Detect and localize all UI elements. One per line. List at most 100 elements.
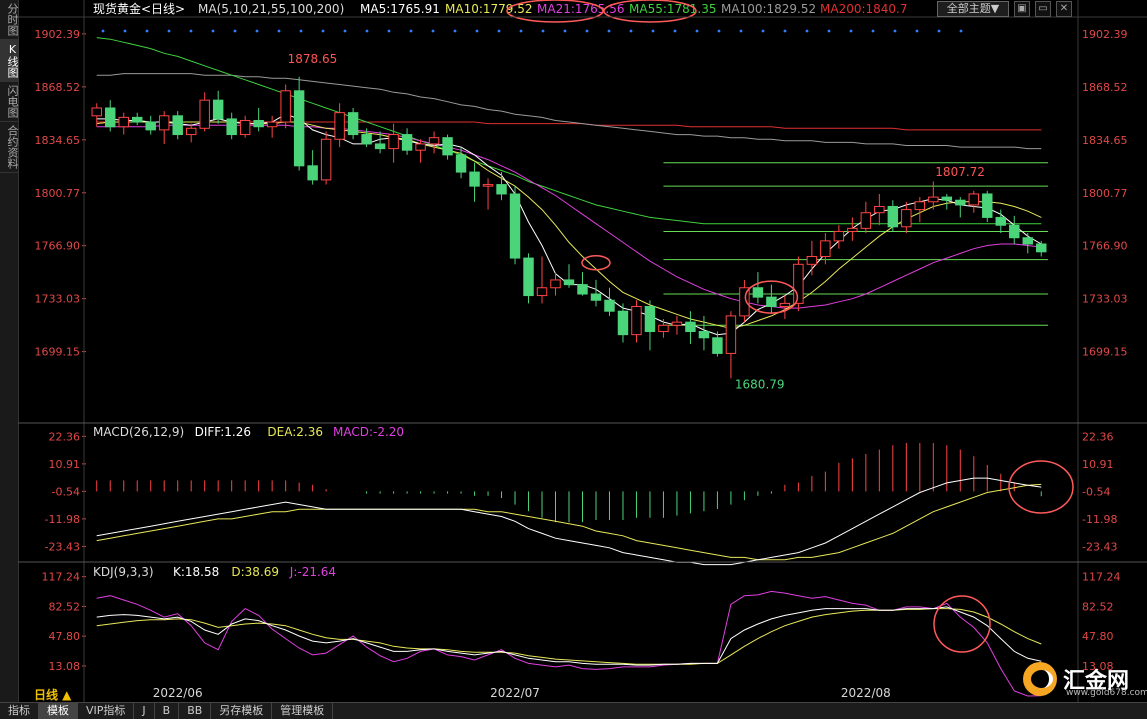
- y-tick-label-right: 1733.03: [1082, 293, 1128, 306]
- x-tick-label: 2022/06: [153, 686, 203, 700]
- sidebar-item-kline[interactable]: K线图: [0, 40, 19, 82]
- legend-entry: MA55:1781.35: [629, 2, 717, 16]
- tab-bb[interactable]: BB: [179, 703, 212, 719]
- candle-body: [874, 205, 885, 214]
- candle-body: [739, 287, 750, 317]
- y-tick-label-left: 1868.52: [35, 81, 81, 94]
- marker-dot: [937, 29, 941, 33]
- theme-dropdown[interactable]: 全部主题▼: [937, 1, 1009, 17]
- sidebar-item-flash[interactable]: 闪电图: [0, 82, 19, 122]
- marker-dot: [563, 29, 567, 33]
- legend-entry: K:18.58: [173, 565, 219, 579]
- logo-icon: [1023, 662, 1057, 696]
- candle-body: [320, 138, 332, 181]
- candle-body: [685, 321, 696, 333]
- marker-dot: [299, 29, 303, 33]
- candle-body: [185, 127, 197, 136]
- y-tick-label-right: 82.52: [1082, 600, 1114, 613]
- period-selector[interactable]: 日线 ▲: [34, 686, 71, 703]
- highlight-circle: [933, 595, 991, 653]
- logo-url: www.gold678.com: [1066, 688, 1147, 698]
- candle-body: [779, 302, 791, 308]
- candle-body: [901, 209, 912, 228]
- maximize-icon[interactable]: ▭: [1035, 1, 1051, 17]
- candle-body: [766, 296, 777, 308]
- marker-dot: [585, 29, 589, 33]
- ma55-line: [96, 37, 1042, 225]
- tab-templates[interactable]: 模板: [39, 703, 78, 719]
- tab-b[interactable]: B: [155, 703, 180, 719]
- y-tick-label-right: 1800.77: [1082, 187, 1128, 200]
- marker-dot: [871, 29, 875, 33]
- j-line: [96, 590, 1042, 697]
- candle-body: [536, 287, 548, 297]
- kdj-panel: 117.24 117.2482.52 82.5247.80 47.8013.08 13.…: [42, 565, 1121, 697]
- candle-body: [374, 143, 386, 150]
- ma100-line: [96, 73, 1042, 150]
- candle-body: [968, 193, 980, 206]
- manage-template-button[interactable]: 管理模板: [272, 703, 334, 719]
- marker-dot: [321, 29, 325, 33]
- chart-canvas[interactable]: 1902.39 1902.39 1868.52 1868.52 1834.65 1834.…: [18, 0, 1147, 702]
- y-tick-label-right: 1766.90: [1082, 240, 1128, 253]
- marker-dot: [541, 29, 545, 33]
- candle-body: [982, 193, 993, 218]
- marker-dot: [233, 29, 237, 33]
- tab-vip-indicators[interactable]: VIP指标: [78, 703, 135, 719]
- y-tick-label-left: -23.43: [45, 540, 80, 553]
- marker-dot: [651, 29, 655, 33]
- marker-dot: [695, 29, 699, 33]
- tab-indicators[interactable]: 指标: [0, 703, 39, 719]
- candle-body: [793, 263, 804, 304]
- legend-entry: MA(5,10,21,55,100,200): [198, 2, 344, 16]
- save-template-button[interactable]: 另存模板: [211, 703, 273, 719]
- marker-dot: [519, 29, 523, 33]
- marker-dot: [365, 29, 369, 33]
- candle-body: [752, 287, 764, 298]
- y-tick-label-left: 82.52: [49, 600, 81, 613]
- candle-body: [105, 107, 116, 128]
- candle-body: [239, 119, 251, 136]
- ma10-line: [96, 121, 1042, 329]
- marker-dot: [607, 29, 611, 33]
- marker-dot: [629, 29, 633, 33]
- candle-body: [658, 324, 669, 333]
- candle-body: [1036, 243, 1047, 253]
- highlight-circle: [581, 254, 611, 271]
- y-tick-label-right: 1868.52: [1082, 81, 1128, 94]
- candle-body: [590, 293, 602, 301]
- marker-dot: [497, 29, 501, 33]
- candle-body: [334, 112, 345, 140]
- legend-entry: KDJ(9,3,3): [93, 565, 154, 579]
- y-tick-label-left: 1733.03: [35, 293, 81, 306]
- candle-body: [671, 321, 683, 326]
- candle-body: [550, 279, 561, 289]
- ma5-line: [96, 113, 1042, 336]
- candle-body: [563, 279, 575, 286]
- candle-body: [442, 137, 453, 156]
- candle-body: [199, 99, 210, 129]
- candle-body: [725, 315, 737, 354]
- y-tick-label-right: 1902.39: [1082, 28, 1128, 41]
- annotation-low: 1680.79: [735, 377, 785, 391]
- sidebar-item-contract[interactable]: 合约资料: [0, 122, 19, 173]
- y-tick-label-left: 1834.65: [35, 134, 81, 147]
- sidebar-item-timeshare[interactable]: 分时图: [0, 0, 19, 40]
- marker-dot: [805, 29, 809, 33]
- candle-body: [145, 121, 156, 131]
- y-tick-label-left: -0.54: [52, 485, 80, 498]
- tab-j[interactable]: J: [134, 703, 155, 719]
- candle-body: [820, 240, 831, 257]
- left-sidebar: 分时图 K线图 闪电图 合约资料: [0, 0, 19, 702]
- marker-dot: [739, 29, 743, 33]
- y-tick-label-left: 1699.15: [35, 346, 81, 359]
- legend-entry: DIFF:1.26: [195, 425, 251, 439]
- restore-icon[interactable]: ▣: [1014, 1, 1030, 17]
- candle-body: [226, 118, 237, 136]
- close-icon[interactable]: ✕: [1056, 1, 1072, 17]
- legend-entry: MA200:1840.7: [820, 2, 908, 16]
- candle-body: [361, 134, 372, 145]
- candle-body: [955, 199, 966, 206]
- candle-body: [523, 257, 534, 297]
- marker-dot: [387, 29, 391, 33]
